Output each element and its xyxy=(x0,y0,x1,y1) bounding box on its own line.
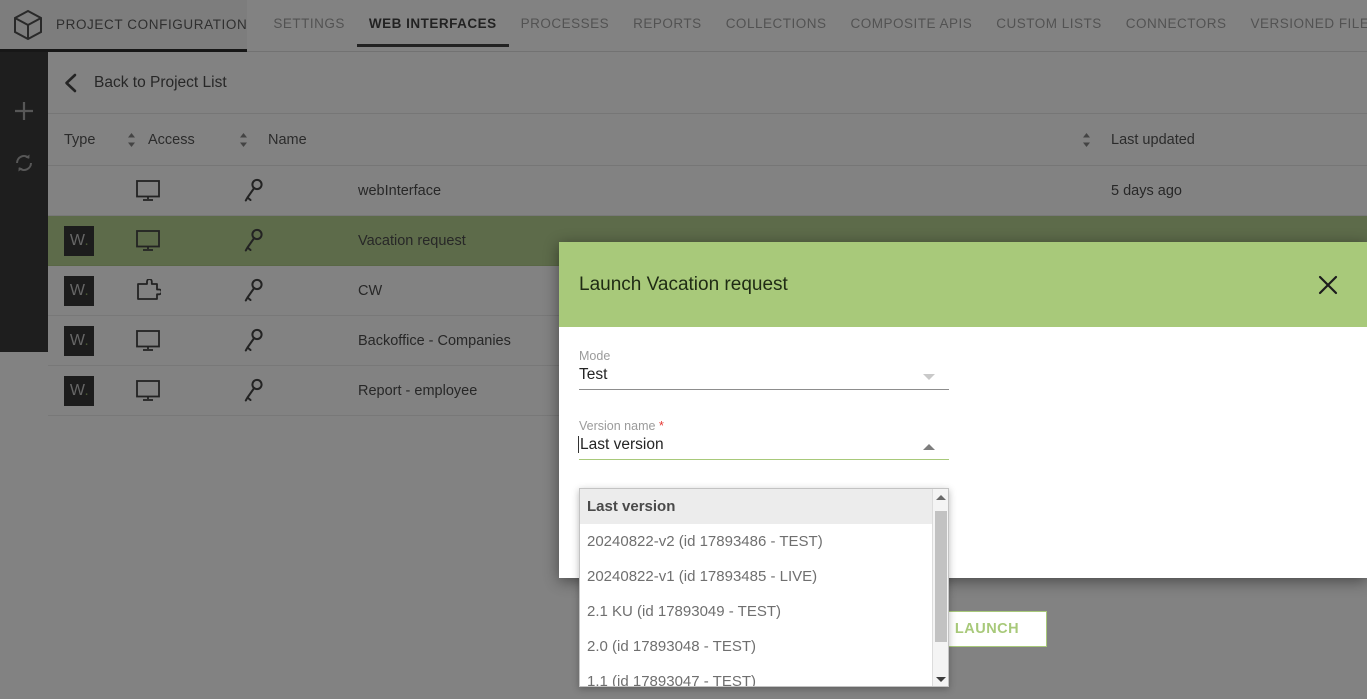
monitor-icon xyxy=(136,329,160,351)
row-access-cell xyxy=(232,378,344,404)
tab-web-interfaces[interactable]: WEB INTERFACES xyxy=(356,0,509,47)
sort-arrows-icon xyxy=(239,132,247,147)
row-access-cell xyxy=(232,328,344,354)
row-type-cell xyxy=(120,278,232,303)
header-name: Name xyxy=(268,131,307,148)
header-type: Type xyxy=(64,131,96,148)
app-root: PROJECT CONFIGURATION SETTINGS WEB INTERF… xyxy=(0,0,1367,699)
row-type-cell xyxy=(120,379,232,403)
tab-collections[interactable]: COLLECTIONS xyxy=(714,0,839,47)
close-button[interactable] xyxy=(1315,272,1341,298)
tab-processes[interactable]: PROCESSES xyxy=(509,0,622,47)
row-type-cell xyxy=(120,229,232,253)
chevron-left-icon xyxy=(60,72,82,94)
chevron-down-icon xyxy=(923,374,935,380)
row-access-cell xyxy=(232,228,344,254)
tab-composite-apis[interactable]: COMPOSITE APIS xyxy=(838,0,984,47)
back-label: Back to Project List xyxy=(94,73,227,91)
scroll-up-button[interactable] xyxy=(933,489,948,506)
scroll-down-button[interactable] xyxy=(933,671,948,686)
puzzle-icon xyxy=(137,278,161,300)
w-badge-icon: W. xyxy=(64,225,94,256)
row-access-cell xyxy=(232,178,344,204)
row-badge-cell: W. xyxy=(48,225,120,256)
add-button[interactable] xyxy=(7,94,41,128)
tab-connectors[interactable]: CONNECTORS xyxy=(1114,0,1239,47)
header-access: Access xyxy=(148,131,195,148)
dropdown-option[interactable]: 1.1 (id 17893047 - TEST) xyxy=(580,664,932,686)
key-icon xyxy=(244,378,263,401)
sort-access-button[interactable] xyxy=(120,131,142,149)
version-dropdown-list: Last version 20240822-v2 (id 17893486 - T… xyxy=(579,488,949,687)
row-badge-cell: W. xyxy=(48,275,120,306)
refresh-icon xyxy=(16,154,32,172)
monitor-icon xyxy=(136,179,160,201)
plus-icon xyxy=(15,102,33,120)
tab-versioned-files[interactable]: VERSIONED FILES xyxy=(1239,0,1367,47)
row-last-updated-cell: 5 days ago xyxy=(1111,182,1182,199)
header-last-updated: Last updated xyxy=(1111,131,1195,148)
mode-select[interactable]: Test xyxy=(579,366,949,390)
chevron-up-icon xyxy=(923,444,935,450)
dropdown-option[interactable]: 2.1 KU (id 17893049 - TEST) xyxy=(580,594,932,629)
table-header: Type Access Name Last updated xyxy=(48,114,1367,166)
dropdown-option[interactable]: Last version xyxy=(580,489,932,524)
sort-arrows-icon xyxy=(1082,132,1090,147)
required-marker: * xyxy=(658,418,664,433)
back-to-project-list-button[interactable]: Back to Project List xyxy=(48,52,1367,114)
scrollbar-thumb[interactable] xyxy=(935,511,947,642)
version-field: Version name * Last version xyxy=(578,418,949,460)
dropdown-scrollbar[interactable] xyxy=(932,489,948,686)
dropdown-option[interactable]: 2.0 (id 17893048 - TEST) xyxy=(580,629,932,664)
monitor-icon xyxy=(136,229,160,251)
modal-title: Launch Vacation request xyxy=(579,273,788,295)
version-label-text: Version name xyxy=(579,419,656,433)
sort-last-updated-button[interactable] xyxy=(1075,131,1097,149)
key-icon xyxy=(244,328,263,351)
key-icon xyxy=(244,228,263,251)
dropdown-option[interactable]: 20240822-v1 (id 17893485 - LIVE) xyxy=(580,559,932,594)
sort-name-button[interactable] xyxy=(232,131,254,149)
sort-arrows-icon xyxy=(127,132,135,147)
top-bar: PROJECT CONFIGURATION SETTINGS WEB INTERF… xyxy=(0,0,1367,52)
monitor-icon xyxy=(136,379,160,401)
version-label: Version name * xyxy=(579,418,949,433)
row-type-cell xyxy=(120,329,232,353)
brand-block: PROJECT CONFIGURATION xyxy=(0,0,248,52)
close-icon xyxy=(1318,275,1338,294)
modal-header: Launch Vacation request xyxy=(559,242,1367,327)
tab-settings[interactable]: SETTINGS xyxy=(261,0,357,47)
row-badge-cell: W. xyxy=(48,325,120,356)
tab-custom-lists[interactable]: CUSTOM LISTS xyxy=(984,0,1114,47)
tab-bar: SETTINGS WEB INTERFACES PROCESSES REPORTS CO… xyxy=(247,0,1367,52)
key-icon xyxy=(244,178,263,201)
dropdown-options: Last version 20240822-v2 (id 17893486 - T… xyxy=(580,489,932,686)
mode-value: Test xyxy=(579,366,608,383)
tab-reports[interactable]: REPORTS xyxy=(621,0,714,47)
mode-label: Mode xyxy=(579,349,611,363)
triangle-up-icon xyxy=(935,495,946,500)
brand-title: PROJECT CONFIGURATION xyxy=(56,17,248,32)
w-badge-icon: W. xyxy=(64,375,94,406)
row-access-cell xyxy=(232,278,344,304)
refresh-button[interactable] xyxy=(7,146,41,180)
w-badge-icon: W. xyxy=(64,275,94,306)
w-badge-icon: W. xyxy=(64,325,94,356)
version-select[interactable]: Last version xyxy=(578,436,949,460)
version-value: Last version xyxy=(578,436,664,453)
left-rail xyxy=(0,52,48,352)
cube-icon xyxy=(10,7,46,43)
mode-field: Mode Test xyxy=(579,349,949,390)
row-name-cell: webInterface xyxy=(358,182,442,199)
key-icon xyxy=(244,278,263,301)
row-type-cell xyxy=(120,179,232,203)
table-row[interactable]: webInterface 5 days ago xyxy=(48,166,1367,216)
row-badge-cell: W. xyxy=(48,375,120,406)
triangle-down-icon xyxy=(936,677,946,682)
dropdown-option[interactable]: 20240822-v2 (id 17893486 - TEST) xyxy=(580,524,932,559)
